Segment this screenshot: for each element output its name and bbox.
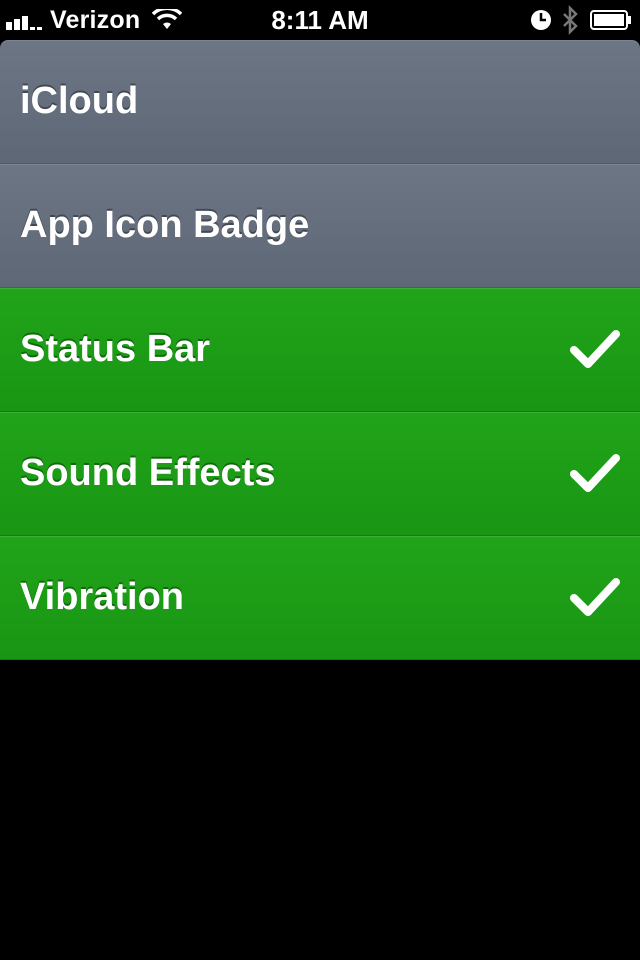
row-sound-effects[interactable]: Sound Effects	[0, 412, 640, 536]
checkmark-icon	[570, 454, 620, 492]
clock-icon	[531, 10, 551, 30]
battery-icon	[590, 10, 631, 30]
row-label: Status Bar	[20, 328, 211, 370]
status-bar-right	[530, 0, 632, 40]
row-label: iCloud	[20, 80, 139, 122]
row-label: Vibration	[20, 576, 184, 618]
row-vibration[interactable]: Vibration	[0, 536, 640, 660]
status-bar: Verizon 8:11 AM	[0, 0, 640, 40]
checkmark-icon	[570, 330, 620, 368]
bluetooth-icon	[563, 5, 578, 35]
checkmark-icon	[570, 578, 620, 616]
row-app-icon-badge[interactable]: App Icon Badge	[0, 164, 640, 288]
row-icloud[interactable]: iCloud	[0, 40, 640, 164]
row-label: App Icon Badge	[20, 204, 310, 246]
row-label: Sound Effects	[20, 452, 276, 494]
settings-list: iCloud App Icon Badge Status Bar Sound E…	[0, 40, 640, 660]
row-status-bar[interactable]: Status Bar	[0, 288, 640, 412]
